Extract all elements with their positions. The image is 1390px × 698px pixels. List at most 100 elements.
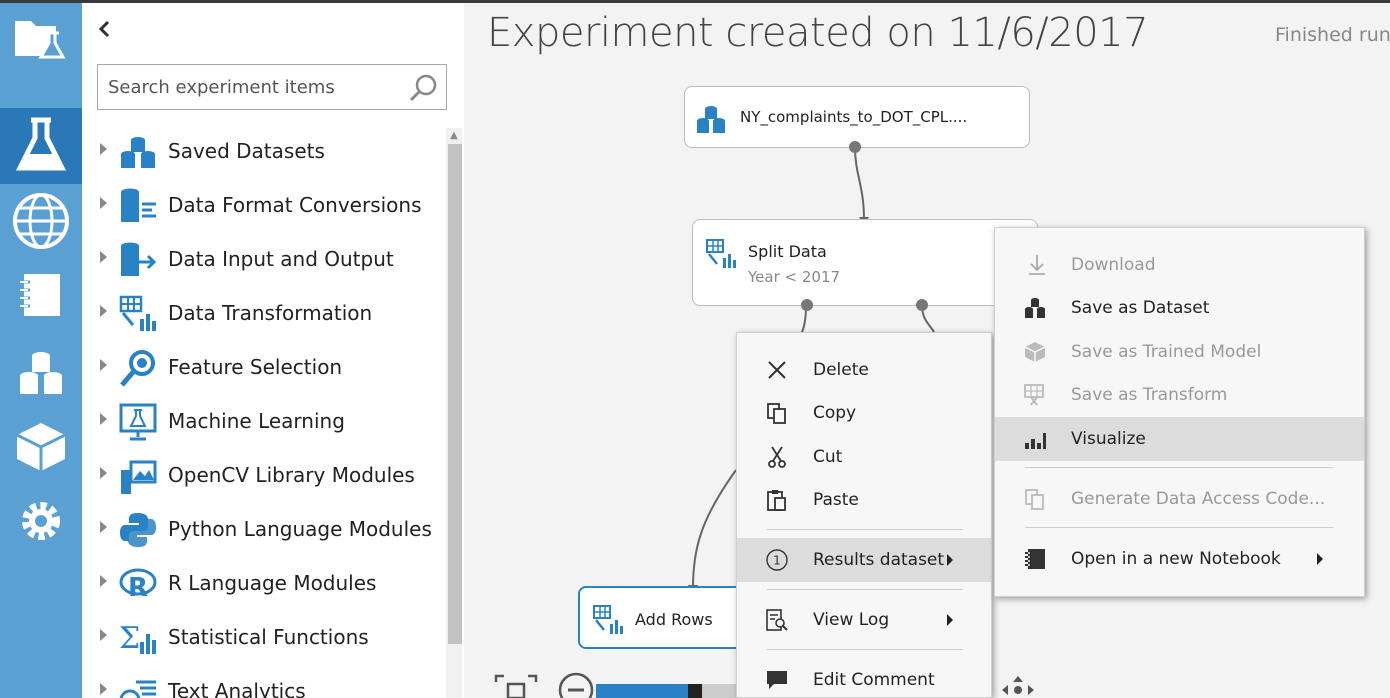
module-add-rows[interactable]: Add Rows bbox=[578, 586, 748, 649]
data-io-icon bbox=[121, 242, 157, 276]
context-menu: Delete Copy Cut Paste 1 Results dataset … bbox=[736, 332, 992, 698]
nav-rail bbox=[0, 3, 82, 698]
output-port[interactable] bbox=[849, 141, 861, 153]
submenu-item-visualize[interactable]: Visualize bbox=[995, 417, 1364, 461]
nav-datasets[interactable] bbox=[0, 337, 82, 409]
nav-settings[interactable] bbox=[0, 485, 82, 557]
palette-category-label: R Language Modules bbox=[168, 571, 377, 595]
download-icon bbox=[1029, 255, 1045, 275]
datasets-icon bbox=[20, 352, 62, 394]
expand-arrow-icon[interactable] bbox=[100, 629, 107, 641]
menu-item-label: Copy bbox=[813, 403, 857, 423]
transform-icon bbox=[1024, 384, 1044, 406]
submenu-item-save-as-trained-model[interactable]: Save as Trained Model bbox=[995, 330, 1364, 374]
scroll-thumb[interactable] bbox=[448, 144, 462, 644]
expand-arrow-icon[interactable] bbox=[100, 143, 107, 155]
module-dataset[interactable]: NY_complaints_to_DOT_CPL.... bbox=[684, 86, 1030, 148]
nav-experiments[interactable] bbox=[0, 108, 82, 184]
palette-category[interactable]: Data Input and Output bbox=[96, 233, 441, 287]
nav-trained-models[interactable] bbox=[0, 411, 82, 483]
gear-icon bbox=[22, 502, 60, 540]
copy-icon bbox=[767, 403, 786, 424]
expand-arrow-icon[interactable] bbox=[100, 575, 107, 587]
bar-chart-icon bbox=[1025, 433, 1046, 449]
expand-arrow-icon[interactable] bbox=[100, 683, 107, 695]
palette-scrollbar[interactable]: ▲ bbox=[446, 128, 462, 698]
palette-category[interactable]: Text Analytics bbox=[96, 665, 441, 698]
palette-category-label: Data Input and Output bbox=[168, 247, 394, 271]
machine-learning-icon bbox=[119, 403, 157, 441]
scroll-up-arrow-icon[interactable]: ▲ bbox=[446, 128, 462, 144]
expand-arrow-icon[interactable] bbox=[100, 359, 107, 371]
expand-arrow-icon[interactable] bbox=[100, 521, 107, 533]
zoom-slider-track[interactable] bbox=[702, 684, 736, 698]
palette-category-label: OpenCV Library Modules bbox=[168, 463, 415, 487]
submenu-item-open-in-notebook[interactable]: Open in a new Notebook bbox=[995, 537, 1364, 581]
expand-arrow-icon[interactable] bbox=[100, 251, 107, 263]
palette-category-label: Text Analytics bbox=[168, 679, 306, 698]
menu-item-cut[interactable]: Cut bbox=[737, 435, 991, 479]
output-port-2[interactable] bbox=[916, 299, 928, 311]
scissors-icon bbox=[768, 446, 786, 468]
palette-category[interactable]: R R Language Modules bbox=[96, 557, 441, 611]
expand-arrow-icon[interactable] bbox=[100, 197, 107, 209]
menu-item-delete[interactable]: Delete bbox=[737, 348, 991, 392]
datasets-icon bbox=[697, 106, 725, 133]
palette-category[interactable]: Feature Selection bbox=[96, 341, 441, 395]
nav-notebooks[interactable] bbox=[0, 259, 82, 331]
search-input[interactable] bbox=[98, 65, 398, 109]
expand-arrow-icon[interactable] bbox=[100, 413, 107, 425]
notebook-icon bbox=[20, 274, 60, 316]
module-name: NY_complaints_to_DOT_CPL.... bbox=[740, 108, 968, 126]
search-icon[interactable] bbox=[408, 73, 438, 103]
menu-item-label: Edit Comment bbox=[813, 670, 935, 690]
menu-item-label: Results dataset bbox=[813, 550, 945, 570]
palette-category[interactable]: Data Format Conversions bbox=[96, 179, 441, 233]
submenu-item-save-as-transform[interactable]: Save as Transform bbox=[995, 373, 1364, 417]
nav-projects[interactable] bbox=[0, 3, 82, 75]
nav-web-services[interactable] bbox=[0, 185, 82, 257]
palette-category-label: Statistical Functions bbox=[168, 625, 369, 649]
data-transformation-icon bbox=[593, 605, 623, 634]
submenu-item-download[interactable]: Download bbox=[995, 243, 1364, 287]
palette-category[interactable]: Python Language Modules bbox=[96, 503, 441, 557]
menu-item-label: Save as Transform bbox=[1071, 385, 1228, 405]
collapse-palette-button[interactable] bbox=[96, 16, 116, 42]
output-port-1[interactable] bbox=[801, 299, 813, 311]
experiment-title[interactable]: Experiment created on 11/6/2017 bbox=[487, 10, 1149, 56]
menu-item-label: Paste bbox=[813, 490, 859, 510]
module-split-data[interactable]: Split Data Year < 2017 bbox=[692, 219, 1038, 306]
palette-category-label: Saved Datasets bbox=[168, 139, 325, 163]
expand-arrow-icon[interactable] bbox=[100, 467, 107, 479]
palette-category[interactable]: Data Transformation bbox=[96, 287, 441, 341]
palette-category[interactable]: Machine Learning bbox=[96, 395, 441, 449]
zoom-out-icon[interactable] bbox=[556, 670, 596, 698]
fit-to-screen-icon[interactable] bbox=[494, 672, 538, 698]
zoom-slider-thumb[interactable] bbox=[688, 684, 702, 698]
menu-item-label: Save as Trained Model bbox=[1071, 342, 1262, 362]
format-conversion-icon bbox=[121, 188, 156, 222]
cube-icon bbox=[16, 423, 66, 471]
results-dataset-submenu: Download Save as Dataset Save as Trained… bbox=[994, 227, 1365, 597]
statistics-icon: Σ bbox=[119, 621, 156, 656]
python-icon bbox=[120, 513, 156, 547]
data-transformation-icon bbox=[706, 239, 736, 268]
zoom-slider-fill[interactable] bbox=[596, 684, 688, 698]
submenu-item-save-as-dataset[interactable]: Save as Dataset bbox=[995, 286, 1364, 330]
palette-category[interactable]: Σ Statistical Functions bbox=[96, 611, 441, 665]
menu-item-label: Save as Dataset bbox=[1071, 298, 1210, 318]
menu-separator bbox=[767, 649, 963, 650]
menu-item-edit-comment[interactable]: Edit Comment bbox=[737, 658, 991, 698]
menu-item-paste[interactable]: Paste bbox=[737, 478, 991, 522]
expand-arrow-icon[interactable] bbox=[100, 305, 107, 317]
menu-item-results-dataset[interactable]: 1 Results dataset bbox=[737, 538, 991, 582]
menu-separator bbox=[767, 589, 963, 590]
menu-item-view-log[interactable]: View Log bbox=[737, 598, 991, 642]
palette-category[interactable]: OpenCV Library Modules bbox=[96, 449, 441, 503]
cube-icon bbox=[1024, 342, 1046, 362]
pan-icon[interactable] bbox=[998, 674, 1038, 698]
menu-item-copy[interactable]: Copy bbox=[737, 391, 991, 435]
submenu-item-generate-data-access-code[interactable]: Generate Data Access Code... bbox=[995, 477, 1364, 521]
feature-selection-icon bbox=[120, 350, 155, 387]
palette-category[interactable]: Saved Datasets bbox=[96, 125, 441, 179]
